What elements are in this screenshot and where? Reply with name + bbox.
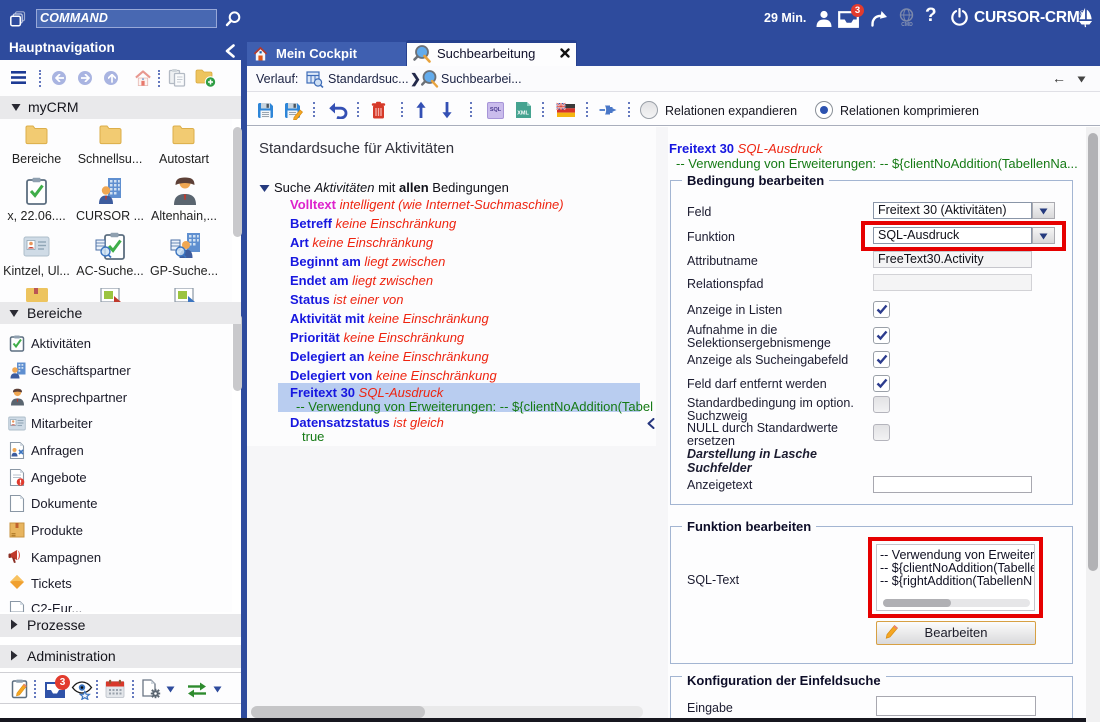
svg-text:XML: XML (517, 111, 529, 117)
